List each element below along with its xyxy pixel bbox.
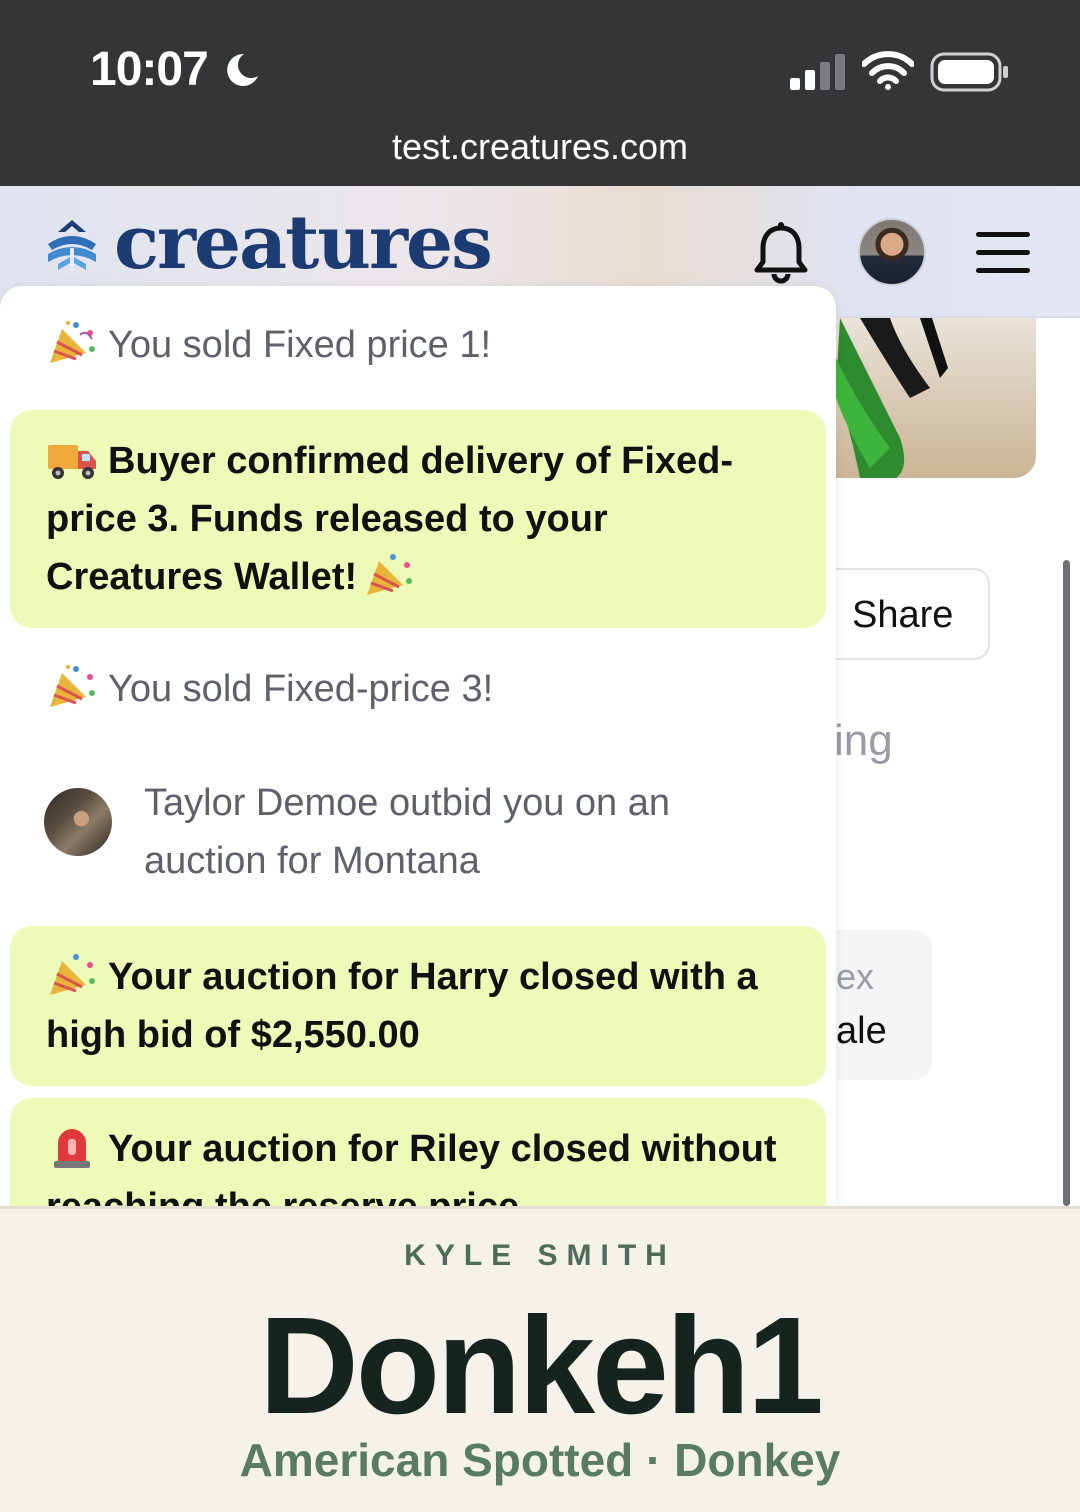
- address-bar-url[interactable]: test.creatures.com: [0, 126, 1080, 168]
- party-popper-icon: [367, 554, 413, 595]
- siren-icon: [54, 1129, 90, 1168]
- party-popper-icon: [50, 954, 95, 995]
- cellular-signal-icon: [790, 54, 845, 90]
- notifications-dropdown: You sold Fixed price 1! Buyer confirmed …: [0, 286, 836, 1206]
- user-avatar[interactable]: [858, 218, 926, 286]
- partial-background-text: ing: [834, 716, 893, 765]
- notification-bell-icon[interactable]: [752, 222, 810, 284]
- creature-header: KYLE SMITH Donkeh1 American Spotted · Do…: [0, 1206, 1080, 1512]
- site-logo-text[interactable]: creatures: [114, 200, 493, 286]
- owner-name[interactable]: KYLE SMITH: [0, 1239, 1080, 1273]
- browser-status-bar: 10:07 test.creatures.com: [0, 0, 1080, 186]
- bidder-avatar: [44, 788, 112, 856]
- notification-item[interactable]: Your auction for Harry closed with a hig…: [10, 926, 826, 1086]
- notification-item[interactable]: You sold Fixed price 1!: [10, 316, 826, 374]
- wifi-icon: [862, 51, 914, 90]
- notification-text: You sold Fixed-price 3!: [108, 668, 494, 710]
- notification-text: Taylor Demoe outbid you on an auction fo…: [144, 782, 670, 882]
- notification-item[interactable]: You sold Fixed-price 3!: [10, 660, 826, 718]
- page-scrollbar[interactable]: [1063, 560, 1070, 1206]
- notification-item[interactable]: Your auction for Riley closed without re…: [10, 1098, 826, 1206]
- creature-breed: American Spotted · Donkey: [239, 1434, 841, 1486]
- status-time: 10:07: [90, 43, 209, 96]
- notification-item[interactable]: Taylor Demoe outbid you on an auction fo…: [10, 774, 826, 894]
- notification-text: Your auction for Harry closed with a hig…: [46, 956, 758, 1056]
- notification-item[interactable]: Buyer confirmed delivery of Fixed-price …: [10, 410, 826, 628]
- notification-text: You sold Fixed price 1!: [108, 324, 492, 366]
- party-popper-icon: [50, 321, 95, 363]
- creatures-logo-icon[interactable]: [44, 218, 100, 276]
- delivery-truck-icon: [48, 445, 96, 479]
- party-popper-icon: [50, 665, 95, 707]
- hamburger-menu-icon[interactable]: [976, 232, 1030, 274]
- moon-icon: [227, 53, 258, 86]
- partial-background-text: ale: [836, 1010, 887, 1052]
- partial-background-text: ex: [836, 956, 875, 997]
- creature-name: Donkeh1: [259, 1289, 824, 1443]
- notification-text: Your auction for Riley closed without re…: [46, 1128, 777, 1206]
- battery-icon: [930, 52, 1008, 92]
